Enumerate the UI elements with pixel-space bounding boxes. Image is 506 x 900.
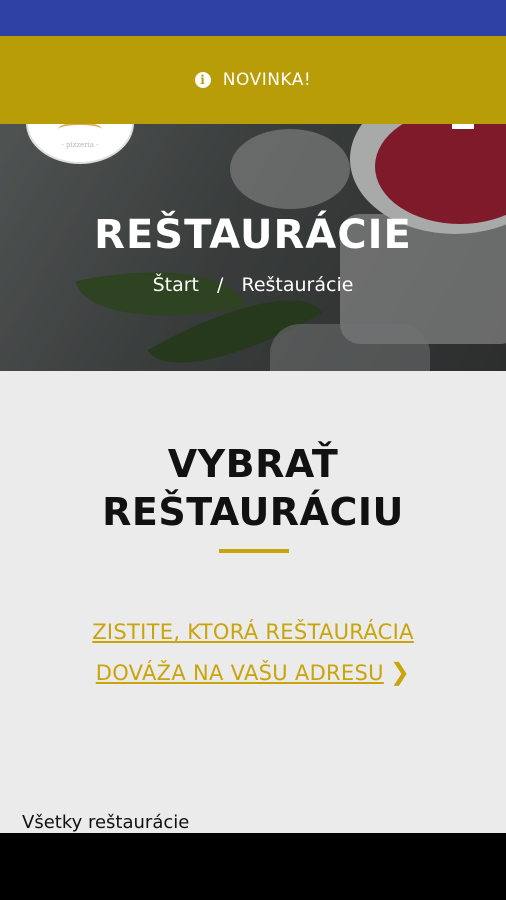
section-title: VYBRAŤ REŠTAURÁCIU xyxy=(0,440,506,536)
system-navigation-bar xyxy=(0,833,506,900)
logo-mark xyxy=(58,124,102,137)
cta-line2: DOVÁŽA NA VAŠU ADRESU xyxy=(95,661,384,685)
menu-icon[interactable] xyxy=(452,124,474,129)
news-banner[interactable]: i NOVINKA! xyxy=(0,36,506,124)
chevron-right-icon: ❯ xyxy=(389,658,411,686)
status-bar xyxy=(0,0,506,36)
all-restaurants-heading: Všetky reštaurácie xyxy=(22,812,190,833)
cta-line1: ZISTITE, KTORÁ REŠTAURÁCIA xyxy=(92,620,414,644)
breadcrumb: Štart / Reštaurácie xyxy=(0,274,506,296)
hero-section: - pizzeria - REŠTAURÁCIE Štart / Reštaur… xyxy=(0,124,506,371)
logo-text: - pizzeria - xyxy=(61,141,99,149)
info-icon: i xyxy=(194,72,211,88)
breadcrumb-home-link[interactable]: Štart xyxy=(153,274,199,296)
page-title: REŠTAURÁCIE xyxy=(94,212,412,258)
breadcrumb-separator: / xyxy=(217,274,224,296)
section-title-line1: VYBRAŤ xyxy=(167,442,339,486)
section-title-line2: REŠTAURÁCIU xyxy=(102,490,404,534)
breadcrumb-current: Reštaurácie xyxy=(241,274,354,296)
delivery-check-link[interactable]: ZISTITE, KTORÁ REŠTAURÁCIA DOVÁŽA NA VAŠ… xyxy=(0,612,506,693)
title-underline xyxy=(219,549,289,553)
banner-text: NOVINKA! xyxy=(222,70,312,90)
